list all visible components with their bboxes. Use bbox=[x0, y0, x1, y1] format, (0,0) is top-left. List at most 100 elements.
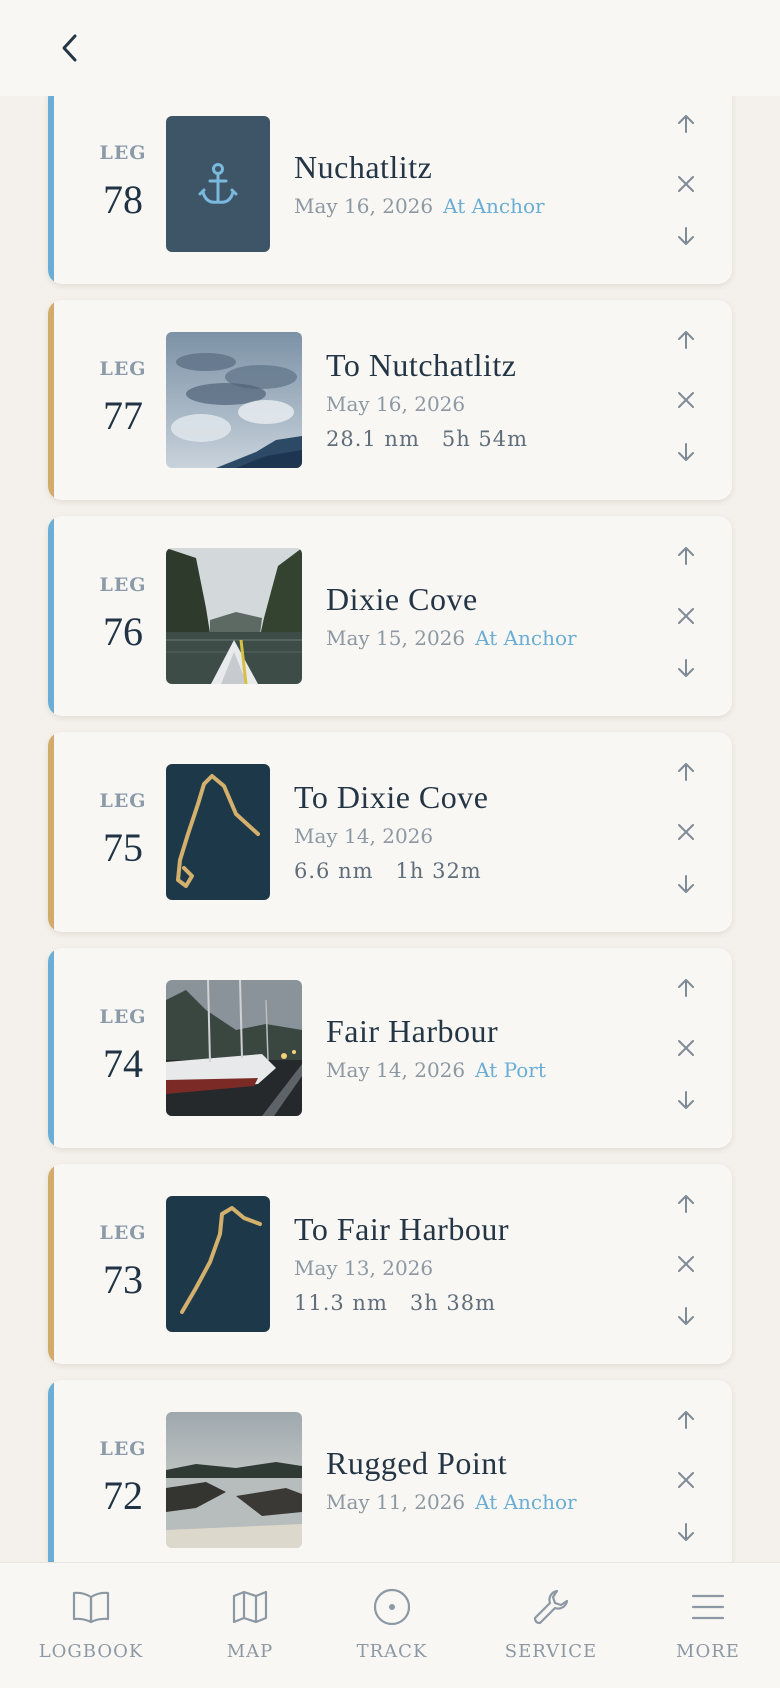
bottom-nav: LOGBOOK MAP TRACK SERVICE MORE bbox=[0, 1562, 780, 1688]
nav-track[interactable]: TRACK bbox=[332, 1585, 452, 1675]
delete-button[interactable] bbox=[668, 1030, 704, 1066]
move-down-button[interactable] bbox=[668, 1514, 704, 1550]
close-icon bbox=[678, 392, 694, 408]
delete-button[interactable] bbox=[668, 382, 704, 418]
leg-number: 73 bbox=[103, 1257, 143, 1302]
leg-label: LEG bbox=[99, 1222, 147, 1244]
leg-card[interactable]: LEG 72 Rugged Point May 11, 2026 At Ancho… bbox=[48, 1380, 732, 1580]
top-bar bbox=[0, 0, 780, 96]
leg-stats: 11.3 nm 3h 38m bbox=[294, 1287, 509, 1319]
move-down-button[interactable] bbox=[668, 434, 704, 470]
leg-title: Dixie Cove bbox=[326, 581, 478, 617]
book-icon bbox=[31, 1585, 151, 1629]
leg-status: At Anchor bbox=[475, 1490, 577, 1514]
leg-card[interactable]: LEG 76 Dixie Cove May 15, 2026 At Anchor bbox=[48, 516, 732, 716]
track-map bbox=[166, 764, 270, 900]
leg-stats: 28.1 nm 5h 54m bbox=[326, 423, 528, 455]
leg-title: To Nutchatlitz bbox=[326, 347, 517, 383]
leg-date: May 16, 2026 bbox=[294, 194, 434, 218]
nav-more[interactable]: MORE bbox=[648, 1585, 768, 1675]
leg-info: To Dixie Cove May 14, 2026 6.6 nm 1h 32m bbox=[294, 732, 488, 932]
arrow-up-icon bbox=[678, 979, 694, 997]
leg-info: To Nutchatlitz May 16, 2026 28.1 nm 5h 54… bbox=[326, 300, 528, 500]
map-icon bbox=[190, 1585, 310, 1629]
delete-button[interactable] bbox=[668, 814, 704, 850]
move-down-button[interactable] bbox=[668, 650, 704, 686]
leg-actions bbox=[668, 1186, 704, 1342]
leg-title: Rugged Point bbox=[326, 1445, 508, 1481]
arrow-down-icon bbox=[678, 875, 694, 893]
close-icon bbox=[678, 1256, 694, 1272]
leg-card[interactable]: LEG 78 Nuchatlitz May 16, 2026 At Anchor bbox=[48, 84, 732, 284]
leg-title: Fair Harbour bbox=[326, 1013, 499, 1049]
nav-map[interactable]: MAP bbox=[190, 1585, 310, 1675]
nav-logbook[interactable]: LOGBOOK bbox=[31, 1585, 151, 1675]
leg-card[interactable]: LEG 74 Fair Harbour May 14, 2026 At Port bbox=[48, 948, 732, 1148]
move-up-button[interactable] bbox=[668, 322, 704, 358]
close-icon bbox=[678, 1040, 694, 1056]
leg-type-stripe bbox=[48, 732, 54, 932]
leg-type-stripe bbox=[48, 84, 54, 284]
leg-status: At Port bbox=[475, 1058, 546, 1082]
move-up-button[interactable] bbox=[668, 754, 704, 790]
leg-card[interactable]: LEG 75 To Dixie Cove May 14, 2026 6.6 nm… bbox=[48, 732, 732, 932]
track-icon bbox=[332, 1585, 452, 1629]
leg-type-stripe bbox=[48, 1380, 54, 1580]
arrow-up-icon bbox=[678, 763, 694, 781]
leg-label: LEG bbox=[99, 1438, 147, 1460]
move-up-button[interactable] bbox=[668, 1186, 704, 1222]
wrench-icon bbox=[491, 1585, 611, 1629]
leg-label: LEG bbox=[99, 1006, 147, 1028]
arrow-up-icon bbox=[678, 1195, 694, 1213]
leg-status: At Anchor bbox=[443, 194, 545, 218]
delete-button[interactable] bbox=[668, 166, 704, 202]
leg-date: May 15, 2026 bbox=[326, 626, 466, 650]
leg-number: 76 bbox=[103, 609, 143, 654]
leg-number: 74 bbox=[103, 1041, 143, 1086]
chevron-left-icon bbox=[62, 34, 77, 62]
leg-date: May 13, 2026 bbox=[294, 1256, 434, 1280]
leg-card[interactable]: LEG 77 To Nutchatlitz May 16, 2026 28.1 … bbox=[48, 300, 732, 500]
leg-stats: 6.6 nm 1h 32m bbox=[294, 855, 488, 887]
leg-actions bbox=[668, 106, 704, 262]
move-up-button[interactable] bbox=[668, 106, 704, 142]
leg-title: To Fair Harbour bbox=[294, 1211, 509, 1247]
leg-info: Fair Harbour May 14, 2026 At Port bbox=[326, 948, 546, 1148]
back-button[interactable] bbox=[52, 28, 88, 68]
leg-meta: May 16, 2026 At Anchor bbox=[294, 191, 545, 221]
nav-label: MORE bbox=[676, 1641, 740, 1662]
leg-meta: May 14, 2026 At Port bbox=[326, 1055, 546, 1085]
arrow-up-icon bbox=[678, 547, 694, 565]
arrow-up-icon bbox=[678, 1411, 694, 1429]
leg-photo bbox=[166, 980, 302, 1116]
leg-label: LEG bbox=[99, 790, 147, 812]
move-up-button[interactable] bbox=[668, 538, 704, 574]
leg-info: To Fair Harbour May 13, 2026 11.3 nm 3h 3… bbox=[294, 1164, 509, 1364]
move-up-button[interactable] bbox=[668, 970, 704, 1006]
move-down-button[interactable] bbox=[668, 866, 704, 902]
close-icon bbox=[678, 1472, 694, 1488]
leg-number: 77 bbox=[103, 393, 143, 438]
delete-button[interactable] bbox=[668, 598, 704, 634]
close-icon bbox=[678, 608, 694, 624]
leg-number: 78 bbox=[103, 177, 143, 222]
nav-label: LOGBOOK bbox=[38, 1641, 144, 1662]
leg-info: Dixie Cove May 15, 2026 At Anchor bbox=[326, 516, 577, 716]
leg-title: Nuchatlitz bbox=[294, 149, 433, 185]
arrow-down-icon bbox=[678, 227, 694, 245]
move-down-button[interactable] bbox=[668, 1082, 704, 1118]
delete-button[interactable] bbox=[668, 1246, 704, 1282]
leg-list: LEG 78 Nuchatlitz May 16, 2026 At Anchor … bbox=[0, 0, 780, 1688]
nav-service[interactable]: SERVICE bbox=[491, 1585, 611, 1675]
arrow-up-icon bbox=[678, 115, 694, 133]
arrow-down-icon bbox=[678, 443, 694, 461]
move-down-button[interactable] bbox=[668, 1298, 704, 1334]
leg-card[interactable]: LEG 73 To Fair Harbour May 13, 2026 11.3… bbox=[48, 1164, 732, 1364]
leg-label: LEG bbox=[99, 142, 147, 164]
menu-icon bbox=[648, 1585, 768, 1629]
delete-button[interactable] bbox=[668, 1462, 704, 1498]
leg-date: May 14, 2026 bbox=[326, 1058, 466, 1082]
move-down-button[interactable] bbox=[668, 218, 704, 254]
move-up-button[interactable] bbox=[668, 1402, 704, 1438]
leg-info: Rugged Point May 11, 2026 At Anchor bbox=[326, 1380, 577, 1580]
